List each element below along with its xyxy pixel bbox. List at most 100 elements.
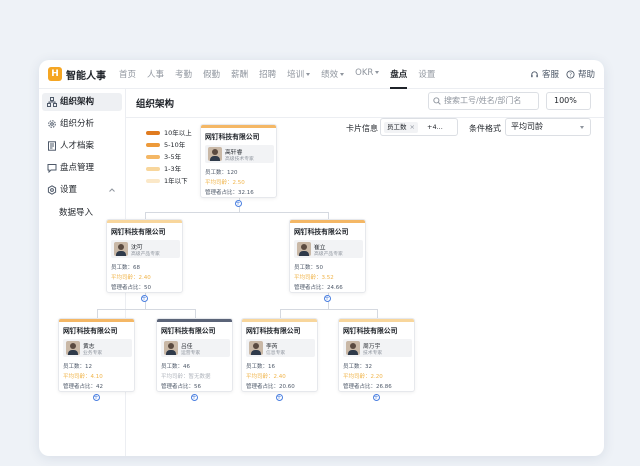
- tenure-color-bar: [201, 125, 276, 128]
- stat-value: 3.52: [321, 275, 334, 281]
- manager-title: 技术专家: [363, 351, 383, 356]
- org-node-card[interactable]: 网钉科技有限公司 周万宇 技术专家 员工数：32 平均司龄：2.20 管理者占比…: [338, 318, 415, 392]
- stat-value: 16: [268, 364, 276, 370]
- sidebar-item-review-management[interactable]: 盘点管理: [42, 159, 122, 177]
- nav-item[interactable]: 培训: [287, 68, 311, 80]
- org-node-card[interactable]: 网钉科技有限公司 崔立 高级产品专家 员工数：50 平均司龄：3.52 管理者占…: [289, 219, 366, 293]
- manager-info[interactable]: 黄志 业务专家: [63, 339, 132, 357]
- stat-value: 暂无数据: [188, 374, 211, 380]
- sidebar-item-label: 盘点管理: [60, 163, 95, 173]
- org-node-card[interactable]: 网钉科技有限公司 黄志 业务专家 员工数：12 平均司龄：4.10 管理者占比：…: [58, 318, 135, 392]
- nav-item-label: 首页: [119, 70, 137, 80]
- avatar: [297, 242, 311, 256]
- stat-label: 管理者占比: [161, 384, 189, 390]
- sidebar-item-settings[interactable]: 设置: [42, 181, 122, 199]
- org-node-card[interactable]: 网钉科技有限公司 吕佳 运营专家 员工数：46 平均司龄：暂无数据 管理者占比：…: [156, 318, 233, 392]
- nav-item[interactable]: 首页: [119, 68, 136, 80]
- tree-connector: [376, 308, 378, 318]
- company-name: 网钉科技有限公司: [343, 327, 398, 335]
- expand-node-icon[interactable]: +: [323, 295, 331, 302]
- avg-tenure: 平均司龄：暂无数据: [161, 374, 211, 380]
- chevron-down-icon: [340, 73, 345, 76]
- tree-connector: [327, 211, 329, 219]
- nav-item[interactable]: 考勤: [175, 68, 192, 80]
- sidebar-item-org-analysis[interactable]: 组织分析: [42, 115, 122, 133]
- company-name: 网钉科技有限公司: [205, 133, 260, 141]
- nav-item-label: 假勤: [203, 70, 221, 80]
- stat-label: 管理者占比: [246, 384, 274, 390]
- manager-info[interactable]: 高轩睿 高级技术专家: [205, 145, 274, 163]
- top-bar: H 智能人事 首页 人事 考勤 假勤 薪酬 招聘 培训 绩效 OKR 盘点 设置 客服 ? 帮助: [39, 60, 604, 89]
- manager-info[interactable]: 周万宇 技术专家: [343, 339, 412, 357]
- chat-icon: [47, 164, 57, 173]
- nav-item[interactable]: OKR: [355, 68, 380, 80]
- nav-item[interactable]: 盘点: [390, 68, 408, 89]
- stat-label: 管理者占比: [294, 285, 322, 291]
- sidebar-subitem-data-import[interactable]: 数据导入: [59, 206, 93, 218]
- manager-title: 高级产品专家: [314, 252, 343, 257]
- expand-node-icon[interactable]: +: [140, 295, 148, 302]
- help-button[interactable]: ? 帮助: [566, 68, 595, 80]
- management-ratio: 管理者占比：50: [111, 285, 152, 291]
- svg-text:?: ?: [569, 72, 572, 78]
- tree-connector: [279, 308, 281, 318]
- org-node-card[interactable]: 网钉科技有限公司 沈可 高级产品专家 员工数：68 平均司龄：2.40 管理者占…: [106, 219, 183, 293]
- org-node-card[interactable]: 网钉科技有限公司 高轩睿 高级技术专家 员工数：120 平均司龄：2.50 管理…: [200, 124, 277, 198]
- stat-value: 26.86: [376, 384, 392, 390]
- gear-icon: [48, 120, 56, 128]
- stat-value: 68: [133, 265, 141, 271]
- company-name: 网钉科技有限公司: [161, 327, 216, 335]
- nav-item-label: 招聘: [259, 70, 277, 80]
- stat-value: 20.60: [279, 384, 295, 390]
- stat-label: 员工数: [111, 265, 128, 271]
- expand-node-icon[interactable]: +: [190, 394, 198, 401]
- manager-info[interactable]: 沈可 高级产品专家: [111, 240, 180, 258]
- avatar: [114, 242, 128, 256]
- management-ratio: 管理者占比：32.16: [205, 190, 254, 196]
- nav-item[interactable]: 薪酬: [231, 68, 248, 80]
- tenure-color-bar: [107, 220, 182, 223]
- tree-connector: [144, 211, 146, 219]
- expand-node-icon[interactable]: +: [275, 394, 283, 401]
- avatar: [208, 147, 222, 161]
- expand-node-icon[interactable]: +: [234, 200, 242, 207]
- manager-title: 信息专家: [266, 351, 286, 356]
- manager-info[interactable]: 吕佳 运营专家: [161, 339, 230, 357]
- stat-label: 平均司龄: [343, 374, 366, 380]
- tenure-color-bar: [157, 319, 232, 322]
- manager-info[interactable]: 李芮 信息专家: [246, 339, 315, 357]
- stat-label: 员工数: [63, 364, 80, 370]
- stat-value: 12: [85, 364, 93, 370]
- nav-item[interactable]: 人事: [147, 68, 164, 80]
- company-name: 网钉科技有限公司: [63, 327, 118, 335]
- expand-node-icon[interactable]: +: [372, 394, 380, 401]
- manager-info[interactable]: 崔立 高级产品专家: [294, 240, 363, 258]
- customer-service-button[interactable]: 客服: [530, 68, 559, 80]
- sidebar-item-talent-profile[interactable]: 人才档案: [42, 137, 122, 155]
- sidebar-item-label: 组织架构: [60, 97, 95, 107]
- tenure-color-bar: [290, 220, 365, 223]
- sidebar-item-org-chart[interactable]: 组织架构: [42, 93, 122, 111]
- avg-tenure: 平均司龄：2.40: [111, 275, 151, 281]
- nav-item-label: 考勤: [175, 70, 193, 80]
- nav-item[interactable]: 招聘: [259, 68, 276, 80]
- stat-value: 2.50: [232, 180, 245, 186]
- tree-connector: [96, 308, 98, 318]
- company-name: 网钉科技有限公司: [246, 327, 301, 335]
- stat-value: 120: [227, 170, 238, 176]
- nav-item-label: 盘点: [390, 70, 408, 80]
- org-node-card[interactable]: 网钉科技有限公司 李芮 信息专家 员工数：16 平均司龄：2.40 管理者占比：…: [241, 318, 318, 392]
- stat-label: 平均司龄: [246, 374, 269, 380]
- chevron-down-icon: [306, 73, 311, 76]
- nav-item[interactable]: 绩效: [321, 68, 345, 80]
- main-nav: 首页 人事 考勤 假勤 薪酬 招聘 培训 绩效 OKR 盘点 设置: [119, 68, 446, 89]
- headset-icon: [531, 70, 538, 77]
- tenure-color-bar: [242, 319, 317, 322]
- stat-value: 50: [144, 285, 152, 291]
- nav-item-label: OKR: [355, 68, 374, 78]
- nav-item[interactable]: 设置: [418, 68, 435, 80]
- expand-node-icon[interactable]: +: [92, 394, 100, 401]
- nav-item-label: 人事: [147, 70, 165, 80]
- tree-connector: [144, 211, 329, 213]
- nav-item[interactable]: 假勤: [203, 68, 220, 80]
